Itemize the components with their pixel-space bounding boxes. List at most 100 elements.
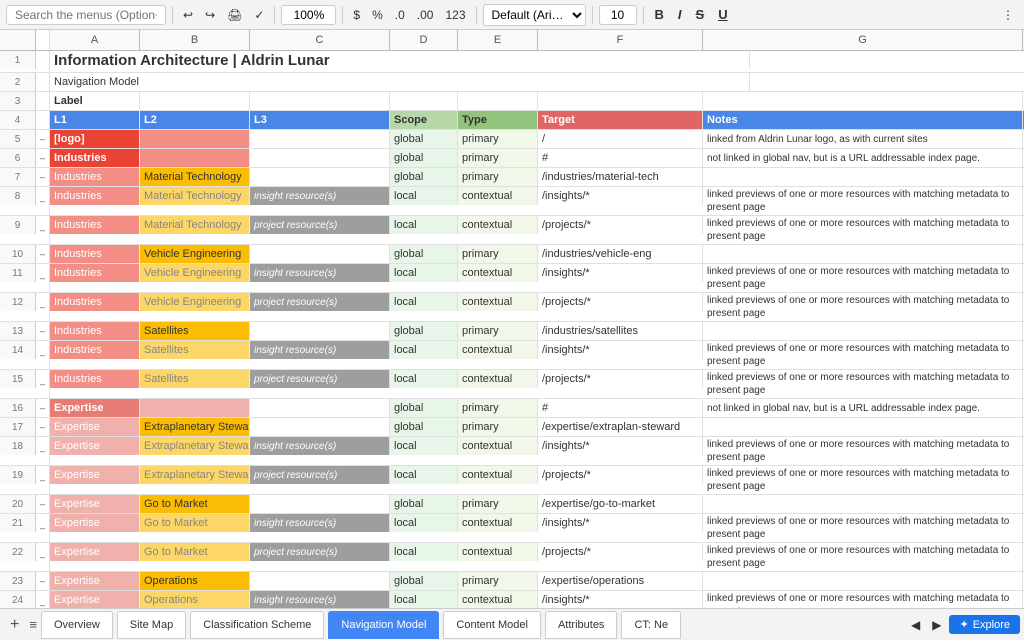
collapse-btn[interactable]: –	[40, 523, 45, 533]
collapse-btn[interactable]: –	[40, 153, 45, 163]
cell-l2[interactable]: Extraplanetary Stewardship	[140, 418, 250, 436]
collapse-btn[interactable]: –	[40, 552, 45, 562]
cell-l2[interactable]: Vehicle Engineering	[140, 293, 250, 311]
cell-l3[interactable]	[250, 168, 390, 186]
cell-l3[interactable]: project resource(s)	[250, 466, 390, 484]
cell-l2[interactable]: Material Technology	[140, 216, 250, 234]
collapse-btn[interactable]: –	[40, 576, 45, 586]
cell-l3[interactable]: insight resource(s)	[250, 591, 390, 608]
spellcheck-button[interactable]: ✓	[250, 6, 268, 24]
cell-l1[interactable]: Industries	[50, 187, 140, 205]
cell-l2[interactable]: Satellites	[140, 322, 250, 340]
cell-l1[interactable]: Expertise	[50, 514, 140, 532]
cell-l3[interactable]	[250, 322, 390, 340]
collapse-btn[interactable]: –	[40, 446, 45, 456]
tab-ct-ne[interactable]: CT: Ne	[621, 611, 681, 639]
cell-l2[interactable]: Extraplanetary Stewardship	[140, 466, 250, 484]
cell-l1[interactable]: Expertise	[50, 543, 140, 561]
cell-l3[interactable]: project resource(s)	[250, 293, 390, 311]
cell-l1[interactable]: Expertise	[50, 418, 140, 436]
collapse-btn[interactable]: –	[40, 379, 45, 389]
collapse-btn[interactable]: –	[40, 302, 45, 312]
collapse-btn[interactable]: –	[40, 600, 45, 608]
font-select[interactable]: Default (Ari…	[483, 4, 586, 26]
tab-navigation[interactable]: Navigation Model	[328, 611, 439, 639]
redo-button[interactable]: ↪	[201, 6, 219, 24]
undo-button[interactable]: ↩	[179, 6, 197, 24]
cell-l1[interactable]: Industries	[50, 168, 140, 186]
cell-l2[interactable]: Material Technology	[140, 168, 250, 186]
col-header-b[interactable]: B	[140, 30, 250, 50]
decimal0-button[interactable]: .0	[391, 6, 409, 24]
add-sheet-button[interactable]: +	[4, 616, 25, 634]
currency-button[interactable]: $	[349, 6, 364, 24]
decimal00-button[interactable]: .00	[413, 6, 438, 24]
cell-l2[interactable]: Satellites	[140, 341, 250, 359]
tab-overview[interactable]: Overview	[41, 611, 113, 639]
cell-l1[interactable]: Industries	[50, 216, 140, 234]
cell-l3[interactable]: insight resource(s)	[250, 187, 390, 205]
cell-l2[interactable]	[140, 149, 250, 167]
cell-l2[interactable]: Operations	[140, 591, 250, 608]
cell-l1[interactable]: Expertise	[50, 572, 140, 590]
collapse-btn[interactable]: –	[40, 403, 45, 413]
cell-l3[interactable]: project resource(s)	[250, 370, 390, 388]
collapse-btn[interactable]: –	[40, 134, 45, 144]
explore-button[interactable]: ✦ Explore	[949, 615, 1020, 634]
cell-l1[interactable]: Expertise	[50, 437, 140, 455]
collapse-btn[interactable]: –	[40, 499, 45, 509]
cell-l2[interactable]	[140, 130, 250, 148]
col-header-a[interactable]: A	[50, 30, 140, 50]
cell-l1[interactable]: Expertise	[50, 466, 140, 484]
underline-button[interactable]: U	[713, 5, 732, 24]
col-header-f[interactable]: F	[538, 30, 703, 50]
cell-l2[interactable]: Extraplanetary Stewardship	[140, 437, 250, 455]
cell-l1[interactable]: Expertise	[50, 591, 140, 608]
cell-l2[interactable]: Go to Market	[140, 514, 250, 532]
italic-button[interactable]: I	[673, 5, 687, 24]
cell-l1[interactable]: Industries	[50, 149, 140, 167]
cell-l3[interactable]	[250, 495, 390, 513]
tab-scroll-left[interactable]: ◀	[907, 616, 924, 634]
collapse-btn[interactable]: –	[40, 475, 45, 485]
cell-l2[interactable]	[140, 399, 250, 417]
cell-l1[interactable]: Industries	[50, 370, 140, 388]
zoom-input[interactable]	[281, 5, 336, 25]
cell-l3[interactable]: insight resource(s)	[250, 437, 390, 455]
cell-l2[interactable]: Go to Market	[140, 543, 250, 561]
cell-l3[interactable]: insight resource(s)	[250, 264, 390, 282]
font-size-input[interactable]	[599, 5, 637, 25]
sheet-list-button[interactable]: ≡	[25, 617, 41, 632]
cell-l3[interactable]: project resource(s)	[250, 216, 390, 234]
print-button[interactable]: 🖨	[223, 6, 246, 24]
cell-l3[interactable]: insight resource(s)	[250, 341, 390, 359]
cell-l1[interactable]: Industries	[50, 264, 140, 282]
collapse-btn[interactable]: –	[40, 273, 45, 283]
cell-l3[interactable]	[250, 418, 390, 436]
col-header-d[interactable]: D	[390, 30, 458, 50]
collapse-btn[interactable]: –	[40, 225, 45, 235]
cell-l3[interactable]	[250, 572, 390, 590]
collapse-btn[interactable]: –	[40, 350, 45, 360]
percent-button[interactable]: %	[368, 6, 387, 24]
cell-l2[interactable]: Material Technology	[140, 187, 250, 205]
cell-l1[interactable]: Industries	[50, 322, 140, 340]
col-header-e[interactable]: E	[458, 30, 538, 50]
bold-button[interactable]: B	[650, 5, 669, 24]
more-options-button[interactable]: ⋮	[998, 6, 1018, 24]
cell-l3[interactable]	[250, 130, 390, 148]
col-header-g[interactable]: G	[703, 30, 1023, 50]
cell-l1[interactable]: Industries	[50, 341, 140, 359]
tab-sitemap[interactable]: Site Map	[117, 611, 186, 639]
collapse-btn[interactable]: –	[40, 326, 45, 336]
col-header-c[interactable]: C	[250, 30, 390, 50]
collapse-btn[interactable]: –	[40, 196, 45, 206]
cell-l1[interactable]: Expertise	[50, 495, 140, 513]
cell-l2[interactable]: Vehicle Engineering	[140, 264, 250, 282]
strikethrough-button[interactable]: S	[691, 5, 710, 24]
collapse-btn[interactable]: –	[40, 249, 45, 259]
number-format-button[interactable]: 123	[441, 6, 469, 24]
cell-l3[interactable]: insight resource(s)	[250, 514, 390, 532]
collapse-btn[interactable]: –	[40, 172, 45, 182]
collapse-btn[interactable]: –	[40, 422, 45, 432]
